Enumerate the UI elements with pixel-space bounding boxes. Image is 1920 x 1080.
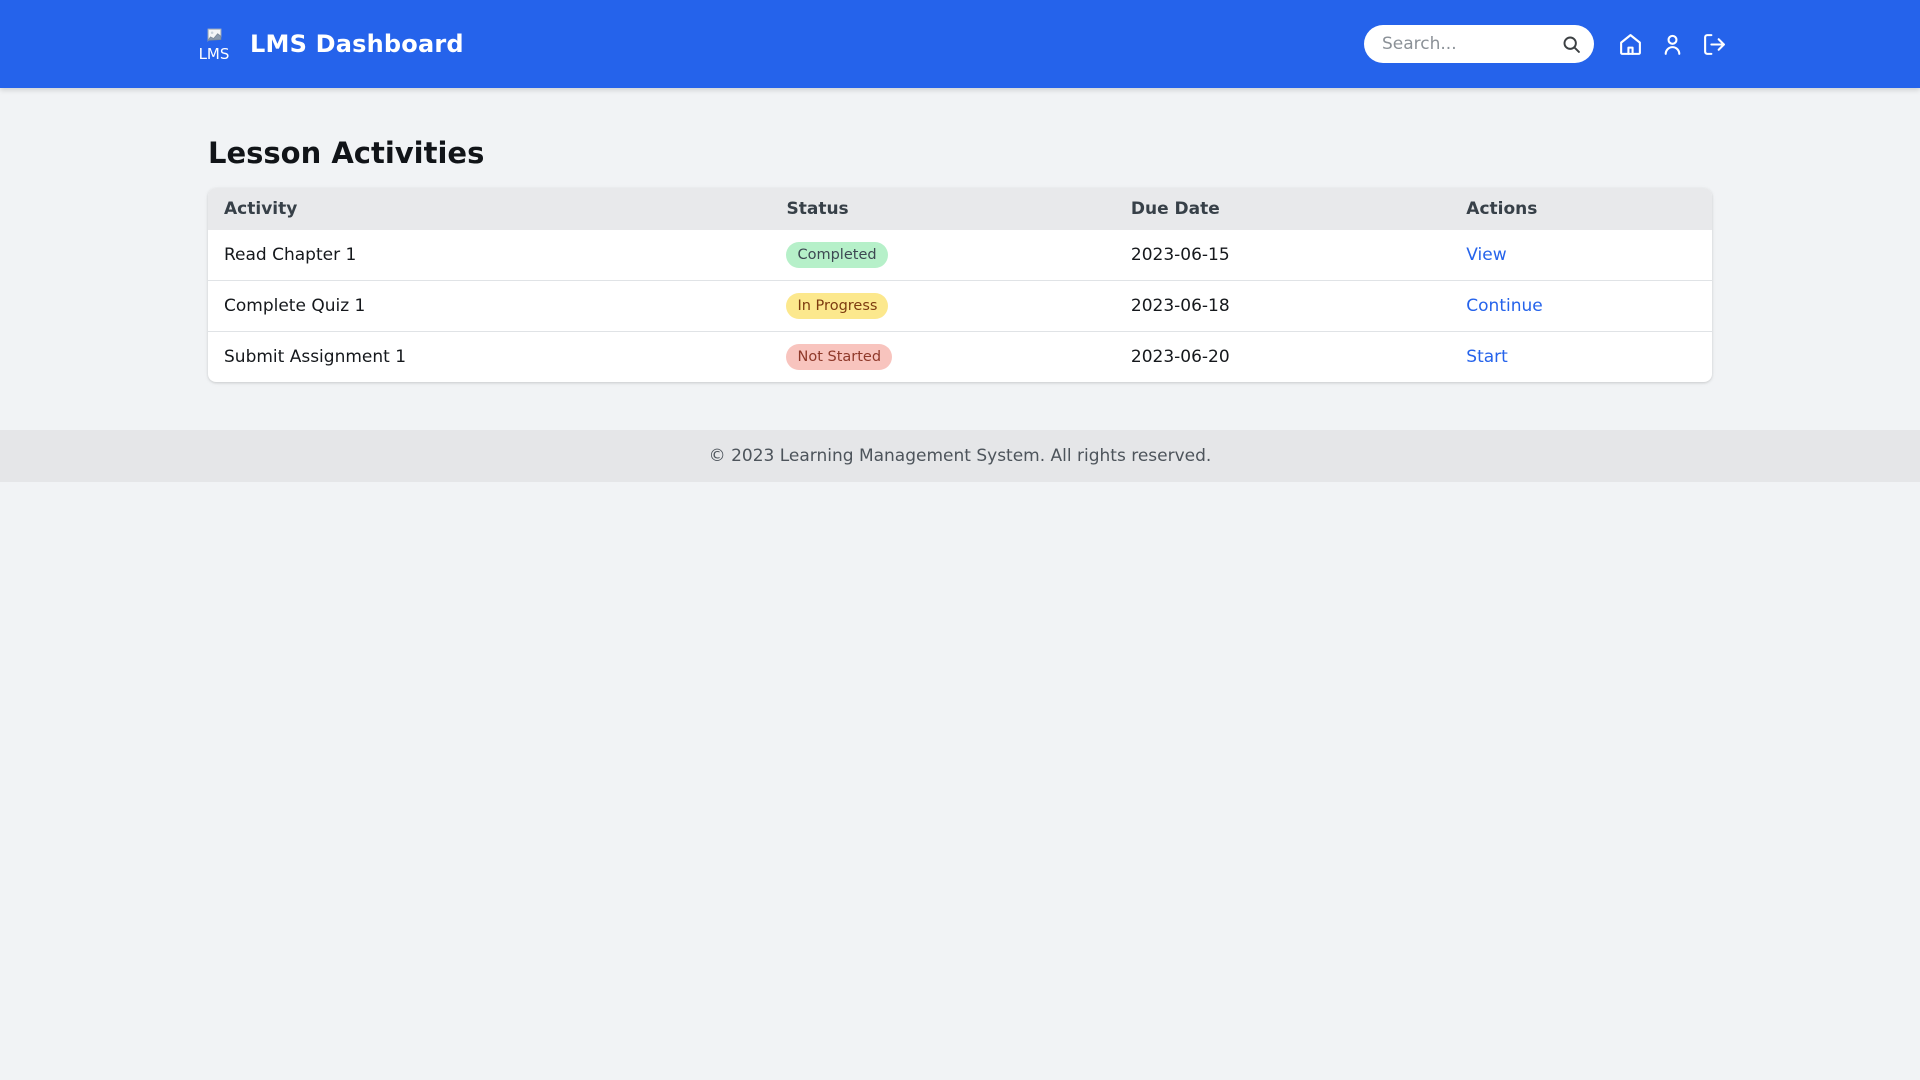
search-icon[interactable]: [1558, 31, 1584, 57]
actions-cell: Continue: [1450, 280, 1712, 332]
page-title: Lesson Activities: [208, 136, 485, 170]
broken-image-icon: [205, 26, 224, 46]
action-link[interactable]: Continue: [1466, 296, 1542, 316]
main-content: Lesson Activities Activity Status Due Da…: [208, 88, 1712, 430]
activities-table: Activity Status Due Date Actions Read Ch…: [208, 188, 1712, 383]
logo-alt-text: LMS: [198, 44, 230, 63]
logo-broken-image: LMS: [192, 26, 236, 63]
search-box: [1364, 25, 1594, 63]
status-cell: Not Started: [770, 331, 1115, 383]
app-title: LMS Dashboard: [250, 30, 464, 58]
due-date-cell: 2023-06-15: [1130, 245, 1230, 266]
action-link[interactable]: View: [1466, 245, 1506, 265]
activities-table-card: Activity Status Due Date Actions Read Ch…: [208, 188, 1712, 383]
column-header-status: Status: [770, 188, 1115, 230]
user-icon[interactable]: [1658, 30, 1686, 58]
footer: © 2023 Learning Management System. All r…: [0, 430, 1920, 483]
activity-cell: Read Chapter 1: [224, 245, 357, 266]
home-icon[interactable]: [1616, 30, 1644, 58]
table-header-row: Activity Status Due Date Actions: [208, 188, 1712, 230]
activity-cell: Submit Assignment 1: [208, 331, 771, 383]
actions-cell: Start: [1450, 331, 1712, 383]
status-cell: In Progress: [770, 280, 1115, 332]
due-date-cell: 2023-06-18: [1114, 280, 1451, 332]
logout-icon[interactable]: [1700, 30, 1728, 58]
actions-cell: View: [1450, 230, 1712, 281]
action-link[interactable]: Start: [1466, 347, 1508, 367]
status-badge: Not Started: [786, 344, 893, 371]
column-header-activity: Activity: [208, 188, 771, 230]
footer-text: © 2023 Learning Management System. All r…: [708, 446, 1212, 467]
app-header: LMS LMS Dashboard: [0, 0, 1920, 88]
table-row: Complete Quiz 1 In Progress 2023-06-18 Cont…: [208, 280, 1712, 332]
table-row: Submit Assignment 1 Not Started 2023-06-20…: [208, 331, 1712, 383]
table-body: Read Chapter 1 Completed 2023-06-15 View Com…: [208, 230, 1712, 383]
table-row: Read Chapter 1 Completed 2023-06-15 View: [208, 230, 1712, 281]
due-date-cell: 2023-06-20: [1114, 331, 1451, 383]
header-nav: [1616, 30, 1728, 58]
column-header-actions: Actions: [1450, 188, 1712, 230]
status-badge: In Progress: [786, 293, 889, 320]
activity-cell: Complete Quiz 1: [208, 280, 771, 332]
status-badge: Completed: [786, 242, 888, 269]
status-cell: Completed: [770, 230, 1114, 281]
column-header-due-date: Due Date: [1114, 188, 1451, 230]
